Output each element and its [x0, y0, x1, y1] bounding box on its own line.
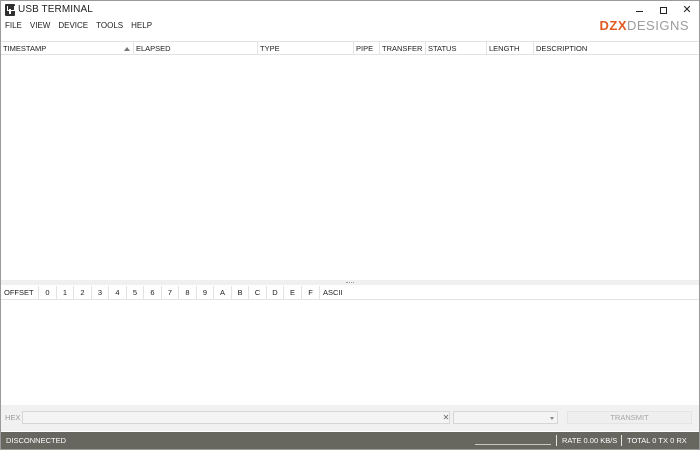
column-label: 8 — [185, 288, 190, 297]
menu-view[interactable]: VIEW — [30, 19, 50, 33]
hex-column-a[interactable]: A — [214, 286, 232, 299]
hex-column-ascii[interactable]: ASCII — [320, 286, 699, 299]
transfer-table-header: TIMESTAMP ELAPSED TYPE PIPE TRANSFER STA… — [1, 41, 699, 55]
column-label: ASCII — [323, 288, 343, 297]
status-separator — [621, 435, 622, 446]
close-icon: ✕ — [682, 3, 692, 16]
hex-column-d[interactable]: D — [267, 286, 284, 299]
splitter-grip-icon — [346, 282, 354, 283]
column-label: STATUS — [428, 44, 457, 53]
column-label: 9 — [202, 288, 208, 297]
column-label: C — [254, 288, 261, 297]
status-separator — [556, 435, 557, 446]
hex-column-8[interactable]: 8 — [179, 286, 197, 299]
menu-device[interactable]: DEVICE — [58, 19, 88, 33]
connection-status: DISCONNECTED — [6, 436, 67, 445]
hex-column-5[interactable]: 5 — [127, 286, 144, 299]
menu-file[interactable]: FILE — [5, 19, 22, 33]
column-label: 7 — [167, 288, 173, 297]
column-label: 0 — [45, 288, 50, 297]
sort-ascending-icon — [124, 47, 130, 51]
hex-column-e[interactable]: E — [284, 286, 302, 299]
hex-column-6[interactable]: 6 — [144, 286, 162, 299]
column-label: F — [308, 288, 313, 297]
window-title: USB TERMINAL — [18, 4, 93, 15]
transmit-bar: HEX ✕ TRANSMIT — [1, 405, 699, 431]
close-button[interactable]: ✕ — [675, 1, 699, 19]
column-label: ELAPSED — [136, 44, 171, 53]
column-label: OFFSET — [4, 288, 34, 297]
column-label: B — [237, 288, 243, 297]
app-window: USB TERMINAL ✕ FILE VIEW DEVICE TOOLS HE… — [0, 0, 700, 450]
column-label: 5 — [132, 288, 138, 297]
column-timestamp[interactable]: TIMESTAMP — [1, 42, 134, 55]
hex-column-7[interactable]: 7 — [162, 286, 179, 299]
column-description[interactable]: DESCRIPTION — [534, 42, 699, 55]
dropdown-arrow-icon — [550, 417, 554, 420]
column-type[interactable]: TYPE — [258, 42, 354, 55]
hex-column-f[interactable]: F — [302, 286, 320, 299]
column-length[interactable]: LENGTH — [487, 42, 534, 55]
transfer-total: TOTAL 0 TX 0 RX — [627, 436, 687, 445]
column-label: TRANSFER — [382, 44, 423, 53]
hex-input[interactable] — [22, 411, 450, 424]
menu-tools[interactable]: TOOLS — [96, 19, 123, 33]
column-label: 4 — [115, 288, 120, 297]
column-label: A — [219, 288, 225, 297]
logo-designs: DESIGNS — [626, 18, 689, 33]
menu-bar: FILE VIEW DEVICE TOOLS HELP — [1, 19, 160, 33]
maximize-button[interactable] — [651, 1, 675, 19]
brand-logo: DZXDESIGNS — [599, 19, 689, 33]
hex-table-header: OFFSET 0 1 2 3 4 5 6 7 8 9 A B C D E F A… — [1, 286, 699, 300]
usb-icon — [5, 4, 15, 16]
title-bar[interactable]: USB TERMINAL ✕ — [1, 1, 699, 19]
menu-help[interactable]: HELP — [131, 19, 152, 33]
column-label: E — [289, 288, 295, 297]
transfer-rate: RATE 0.00 KB/S — [562, 436, 618, 445]
column-label: PIPE — [356, 44, 374, 53]
column-label: 3 — [97, 288, 103, 297]
hex-label: HEX — [5, 413, 21, 422]
hex-column-c[interactable]: C — [249, 286, 267, 299]
column-elapsed[interactable]: ELAPSED — [134, 42, 258, 55]
column-label: 1 — [62, 288, 68, 297]
column-label: 6 — [150, 288, 155, 297]
hex-column-9[interactable]: 9 — [197, 286, 214, 299]
minimize-button[interactable] — [627, 1, 651, 19]
progress-indicator — [475, 444, 551, 445]
column-label: TIMESTAMP — [3, 44, 47, 53]
column-transfer[interactable]: TRANSFER — [380, 42, 426, 55]
clear-icon[interactable]: ✕ — [441, 411, 451, 424]
logo-dzx: DZX — [599, 18, 627, 33]
status-bar: DISCONNECTED RATE 0.00 KB/S TOTAL 0 TX 0… — [1, 432, 699, 449]
hex-column-offset[interactable]: OFFSET — [1, 286, 39, 299]
hex-column-3[interactable]: 3 — [92, 286, 109, 299]
column-label: LENGTH — [489, 44, 520, 53]
transfer-type-dropdown[interactable] — [453, 411, 558, 424]
maximize-icon — [659, 6, 667, 14]
transfer-list[interactable] — [1, 55, 699, 279]
hex-view[interactable] — [1, 301, 699, 404]
column-status[interactable]: STATUS — [426, 42, 487, 55]
hex-column-b[interactable]: B — [232, 286, 249, 299]
column-label: 2 — [80, 288, 85, 297]
hex-column-4[interactable]: 4 — [109, 286, 127, 299]
column-label: DESCRIPTION — [536, 44, 588, 53]
column-pipe[interactable]: PIPE — [354, 42, 380, 55]
hex-column-0[interactable]: 0 — [39, 286, 57, 299]
hex-column-1[interactable]: 1 — [57, 286, 74, 299]
column-label: D — [272, 288, 278, 297]
minimize-icon — [635, 10, 643, 12]
hex-column-2[interactable]: 2 — [74, 286, 92, 299]
window-controls: ✕ — [627, 1, 699, 19]
pane-splitter[interactable] — [1, 280, 699, 285]
transmit-button[interactable]: TRANSMIT — [567, 411, 692, 424]
column-label: TYPE — [260, 44, 280, 53]
